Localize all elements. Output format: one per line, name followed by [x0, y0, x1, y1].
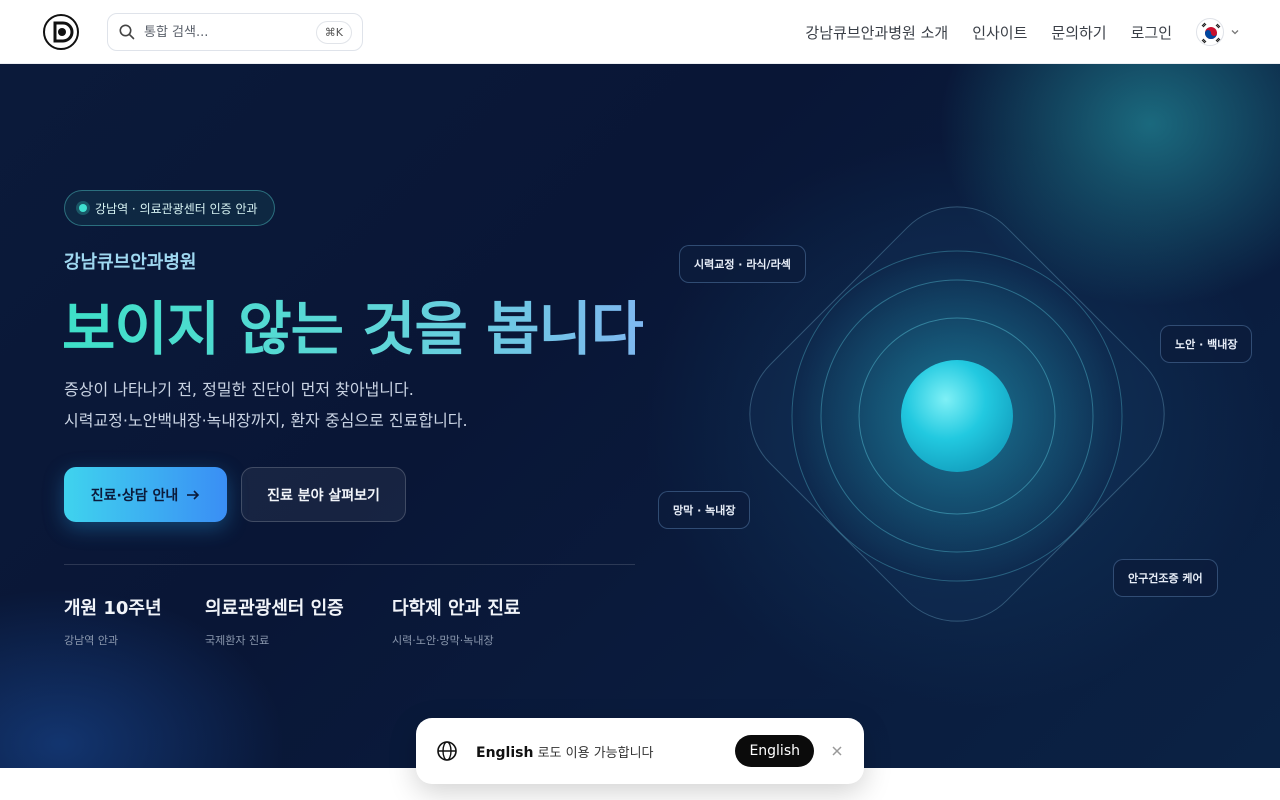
search-icon: [119, 24, 135, 40]
status-dot-icon: [79, 204, 87, 212]
hospital-name: 강남큐브안과병원: [64, 252, 197, 273]
hero-headline: 보이지 않는 것을 봅니다: [62, 282, 644, 366]
top-header: ⌘K 강남큐브안과병원 소개 인사이트 문의하기 로그인: [0, 0, 1280, 64]
explore-departments-button[interactable]: 진료 분야 살펴보기: [241, 467, 406, 522]
search-box[interactable]: ⌘K: [107, 13, 363, 51]
badge-label: 강남역 · 의료관광센터 인증 안과: [95, 201, 258, 216]
consultation-button-label: 진료·상담 안내: [90, 487, 179, 504]
toast-language-name: English: [476, 744, 534, 761]
stat-subtitle: 강남역 안과: [64, 634, 119, 647]
logo-icon[interactable]: [41, 13, 81, 51]
language-suggestion-toast: English 로도 이용 가능합니다 English: [416, 718, 864, 784]
nav-contact[interactable]: 문의하기: [1051, 22, 1106, 43]
korea-flag-icon: [1196, 18, 1224, 46]
stat-multidisciplinary: 다학제 안과 진료 시력·노안·망막·녹내장: [392, 594, 520, 648]
stat-certification: 의료관광센터 인증 국제환자 진료: [205, 594, 344, 648]
consultation-button[interactable]: 진료·상담 안내: [64, 467, 227, 522]
stat-anniversary: 개원 10주년 강남역 안과: [64, 594, 162, 648]
chevron-down-icon: [1231, 30, 1239, 35]
hero-description: 증상이 나타나기 전, 정밀한 진단이 먼저 찾아냅니다. 시력교정·노안백내장…: [64, 374, 468, 436]
language-selector[interactable]: [1196, 17, 1244, 47]
toast-message: English 로도 이용 가능합니다: [476, 742, 735, 761]
search-input[interactable]: [144, 24, 316, 40]
toast-message-suffix: 로도 이용 가능합니다: [537, 745, 654, 761]
search-shortcut-badge: ⌘K: [315, 20, 352, 44]
switch-to-english-button[interactable]: English: [735, 735, 814, 767]
nav-about[interactable]: 강남큐브안과병원 소개: [805, 22, 948, 43]
arrow-right-icon: [187, 489, 200, 500]
nav-login[interactable]: 로그인: [1131, 22, 1172, 43]
main-nav: 강남큐브안과병원 소개 인사이트 문의하기 로그인: [805, 0, 1172, 64]
hero-section: 강남역 · 의료관광센터 인증 안과 강남큐브안과병원 보이지 않는 것을 봅니…: [0, 64, 1280, 768]
description-line-1: 증상이 나타나기 전, 정밀한 진단이 먼저 찾아냅니다.: [64, 380, 414, 399]
stat-title: 다학제 안과 진료: [392, 598, 521, 619]
nav-insights[interactable]: 인사이트: [972, 22, 1027, 43]
close-icon[interactable]: [830, 744, 844, 758]
stat-title: 개원 10주년: [64, 598, 162, 619]
description-line-2: 시력교정·노안백내장·녹내장까지, 환자 중심으로 진료합니다.: [64, 411, 468, 430]
stat-title: 의료관광센터 인증: [205, 598, 344, 619]
hero-divider: [64, 564, 635, 565]
stat-subtitle: 시력·노안·망막·녹내장: [392, 634, 494, 647]
globe-icon: [437, 741, 457, 761]
certification-badge: 강남역 · 의료관광센터 인증 안과: [64, 190, 275, 226]
stat-subtitle: 국제환자 진료: [205, 634, 270, 647]
